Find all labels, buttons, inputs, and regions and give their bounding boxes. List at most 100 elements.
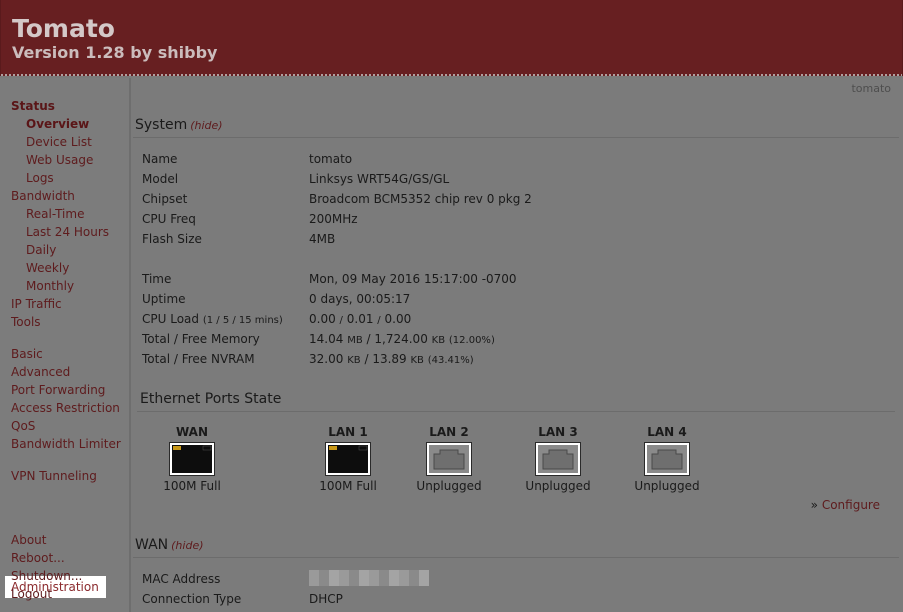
cpu-load-5: 0.01 — [346, 312, 374, 326]
ethernet-port-unplugged-icon — [426, 442, 472, 476]
nav-logs[interactable]: Logs — [26, 169, 54, 187]
system-title-text: System — [135, 117, 188, 133]
main-content: tomato System (hide) Name tomato Model Li… — [131, 78, 903, 612]
nav-access-restriction[interactable]: Access Restriction — [11, 399, 120, 417]
nav-logout[interactable]: Logout — [11, 585, 52, 603]
ethernet-port-connected-icon — [169, 442, 215, 476]
port-status: Unplugged — [525, 479, 591, 493]
port-lan1: LAN 1 100M Full — [298, 424, 398, 494]
cpu-load-label: CPU Load (1 / 5 / 15 mins) — [142, 311, 283, 329]
system-section-title: System (hide) — [135, 117, 223, 133]
name-value: tomato — [309, 152, 353, 166]
flash-size-label: Flash Size — [142, 232, 202, 246]
port-name: WAN — [175, 425, 209, 439]
nav-qos[interactable]: QoS — [11, 417, 35, 435]
cpu-freq-value: 200MHz — [309, 212, 358, 226]
nav-ip-traffic[interactable]: IP Traffic — [11, 295, 62, 313]
port-name: LAN 2 — [429, 425, 469, 439]
system-hide-link[interactable]: (hide) — [190, 119, 222, 132]
chipset-label: Chipset — [142, 192, 188, 206]
system-divider — [133, 137, 899, 138]
nvram-sep: / — [364, 352, 369, 366]
memory-sep: / — [366, 332, 371, 346]
memory-total: 14.04 — [309, 332, 344, 346]
configure-link[interactable]: Configure — [822, 498, 880, 512]
memory-free: 1,724.00 — [374, 332, 428, 346]
model-value: Linksys WRT54G/GS/GL — [309, 172, 450, 186]
ethernet-ports-title: Ethernet Ports State — [140, 391, 282, 407]
name-label: Name — [142, 152, 178, 166]
page-header: Tomato Version 1.28 by shibby — [0, 0, 903, 76]
cpu-load-1: 0.00 — [309, 312, 336, 326]
memory-label: Total / Free Memory — [142, 332, 260, 346]
port-lan3: LAN 3 Unplugged — [508, 424, 608, 494]
ports-divider — [137, 411, 895, 412]
nav-bandwidth-limiter[interactable]: Bandwidth Limiter — [11, 435, 121, 453]
sidebar: Status Overview Device List Web Usage Lo… — [0, 78, 131, 612]
wan-section-title: WAN (hide) — [135, 537, 204, 553]
nvram-total: 32.00 — [309, 352, 344, 366]
nav-vpn-tunneling[interactable]: VPN Tunneling — [11, 467, 97, 485]
cpu-load-sep-2: / — [377, 315, 381, 326]
cpu-freq-label: CPU Freq — [142, 212, 196, 226]
wan-title-text: WAN — [135, 537, 169, 553]
connection-type-value: DHCP — [309, 592, 343, 606]
ethernet-port-connected-icon — [325, 442, 371, 476]
nav-daily[interactable]: Daily — [26, 241, 56, 259]
wan-divider — [133, 557, 899, 558]
hostname-label: tomato — [851, 82, 891, 95]
model-label: Model — [142, 172, 179, 186]
nav-basic[interactable]: Basic — [11, 345, 43, 363]
cpu-load-15: 0.00 — [384, 312, 412, 326]
nav-port-forwarding[interactable]: Port Forwarding — [11, 381, 105, 399]
configure-link-row: » Configure — [811, 498, 880, 512]
nav-device-list[interactable]: Device List — [26, 133, 92, 151]
app-title: Tomato — [12, 14, 115, 43]
connection-type-label: Connection Type — [142, 592, 242, 606]
nav-weekly[interactable]: Weekly — [26, 259, 69, 277]
port-name: LAN 1 — [328, 425, 368, 439]
nav-monthly[interactable]: Monthly — [26, 277, 74, 295]
nvram-value: 32.00 KB / 13.89 KB (43.41%) — [309, 351, 474, 369]
nav-bandwidth[interactable]: Bandwidth — [11, 187, 75, 205]
ethernet-port-unplugged-icon — [535, 442, 581, 476]
nvram-pct: (43.41%) — [427, 355, 474, 366]
nav-overview[interactable]: Overview — [26, 115, 89, 133]
nav-last-24-hours[interactable]: Last 24 Hours — [26, 223, 109, 241]
header-divider — [1, 74, 902, 76]
nav-shutdown[interactable]: Shutdown... — [11, 567, 82, 585]
cpu-load-label-interval: (1 / 5 / 15 mins) — [202, 315, 283, 326]
uptime-value: 0 days, 00:05:17 — [309, 292, 411, 306]
nav-real-time[interactable]: Real-Time — [26, 205, 84, 223]
port-name: LAN 4 — [647, 425, 687, 439]
nav-web-usage[interactable]: Web Usage — [26, 151, 93, 169]
app-version: Version 1.28 by shibby — [12, 43, 218, 62]
time-value: Mon, 09 May 2016 15:17:00 -0700 — [309, 272, 517, 286]
nav-tools[interactable]: Tools — [11, 313, 41, 331]
configure-prefix: » — [810, 498, 818, 512]
port-status: Unplugged — [416, 479, 482, 493]
chipset-value: Broadcom BCM5352 chip rev 0 pkg 2 — [309, 192, 532, 206]
memory-value: 14.04 MB / 1,724.00 KB (12.00%) — [309, 331, 495, 349]
nvram-total-unit: KB — [347, 355, 361, 366]
port-status: 100M Full — [319, 479, 377, 493]
nav-status[interactable]: Status — [11, 97, 55, 115]
uptime-label: Uptime — [142, 292, 186, 306]
mac-address-label: MAC Address — [142, 572, 221, 586]
nav-advanced[interactable]: Advanced — [11, 363, 70, 381]
mac-address-redacted — [309, 570, 429, 586]
wan-hide-link[interactable]: (hide) — [171, 539, 203, 552]
nvram-free: 13.89 — [372, 352, 407, 366]
nvram-label: Total / Free NVRAM — [142, 352, 255, 366]
cpu-load-label-text: CPU Load — [142, 312, 199, 326]
nav-about[interactable]: About — [11, 531, 46, 549]
ethernet-port-unplugged-icon — [644, 442, 690, 476]
port-name: LAN 3 — [538, 425, 578, 439]
port-lan2: LAN 2 Unplugged — [399, 424, 499, 494]
port-status: 100M Full — [163, 479, 221, 493]
memory-free-unit: KB — [431, 335, 446, 346]
nav-reboot[interactable]: Reboot... — [11, 549, 65, 567]
cpu-load-sep-1: / — [339, 315, 343, 326]
time-label: Time — [142, 272, 172, 286]
port-status: Unplugged — [634, 479, 700, 493]
